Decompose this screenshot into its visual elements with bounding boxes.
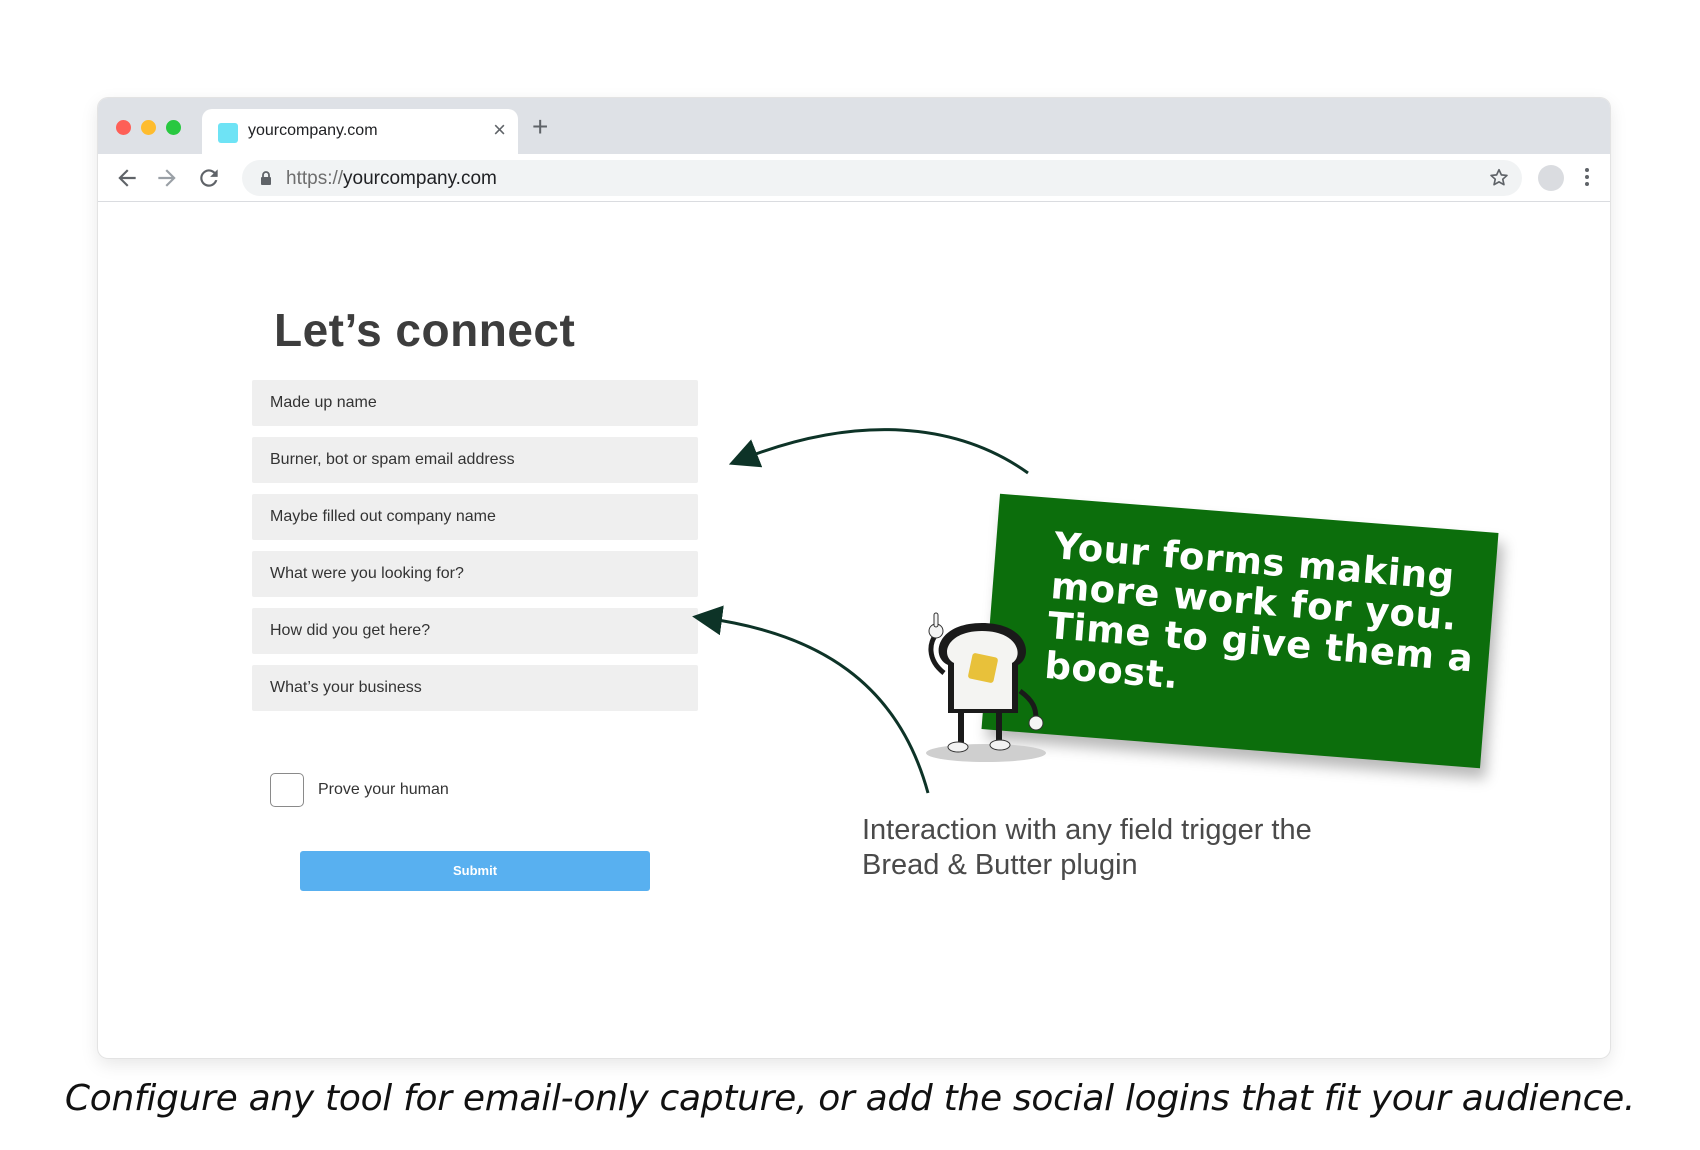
address-bar[interactable]: https://yourcompany.com [242, 160, 1522, 196]
url-host: yourcompany.com [343, 168, 497, 189]
reload-icon[interactable] [196, 165, 222, 191]
tab-bar: yourcompany.com × + [98, 98, 1610, 154]
new-tab-button[interactable]: + [532, 113, 548, 141]
browser-window: yourcompany.com × + https://yourcompany.… [98, 98, 1610, 1058]
maximize-window-button[interactable] [166, 120, 181, 135]
url-scheme: https:// [286, 168, 344, 189]
star-icon[interactable] [1488, 167, 1510, 189]
tab-title: yourcompany.com [248, 122, 378, 139]
url-text: https://yourcompany.com [286, 168, 497, 190]
favicon-icon [218, 123, 238, 143]
arrow-to-email-field [728, 428, 1029, 475]
lock-icon [258, 170, 274, 186]
close-window-button[interactable] [116, 120, 131, 135]
tab-close-icon[interactable]: × [493, 118, 506, 142]
callout-card: Your forms making more work for you. Tim… [981, 493, 1499, 769]
minimize-window-button[interactable] [141, 120, 156, 135]
menu-icon[interactable] [1584, 166, 1590, 188]
annotation-note: Interaction with any field trigger the B… [862, 814, 1312, 881]
image-caption: Configure any tool for email-only captur… [64, 1078, 1636, 1119]
browser-tab[interactable]: yourcompany.com × [202, 109, 518, 154]
page-content: Let’s connect Made up name Burner, bot o… [98, 203, 1610, 1058]
back-icon[interactable] [114, 165, 140, 191]
toast-mascot-icon [926, 612, 1046, 762]
callout-text: Your forms making more work for you. Tim… [1043, 524, 1475, 698]
profile-icon[interactable] [1538, 165, 1564, 191]
forward-icon[interactable] [154, 165, 180, 191]
browser-toolbar: https://yourcompany.com [98, 154, 1610, 202]
